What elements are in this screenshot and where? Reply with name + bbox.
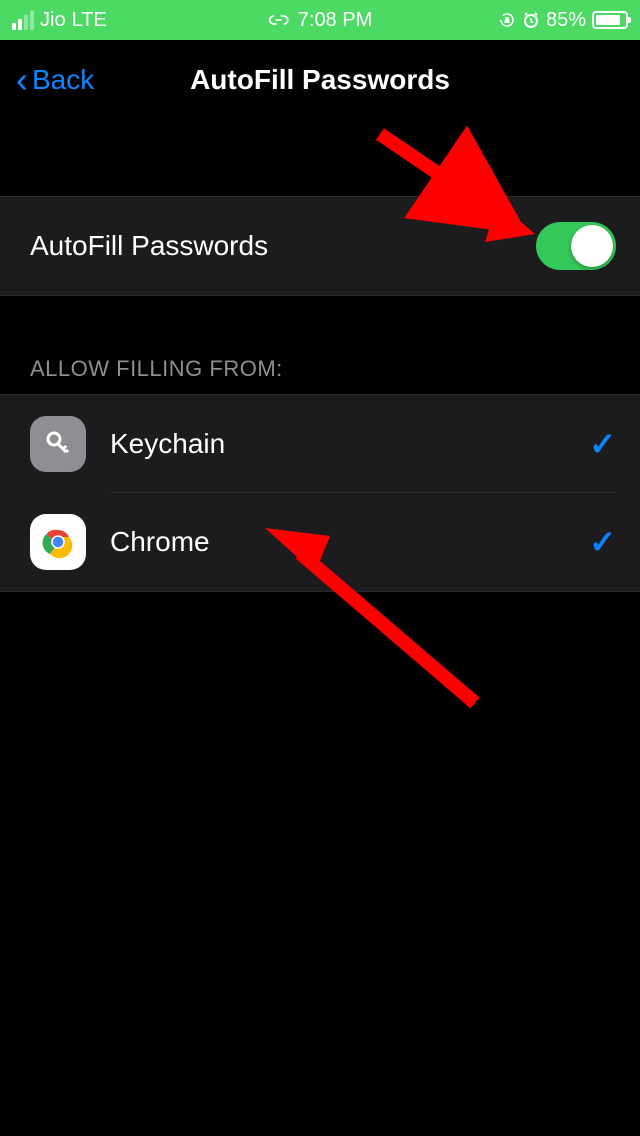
battery-percent: 85% [546,9,586,32]
status-bar: Jio LTE 7:08 PM 85% [0,0,640,40]
carrier-label: Jio [40,9,66,32]
provider-row-chrome[interactable]: Chrome ✓ [0,493,640,591]
back-label: Back [32,64,94,96]
checkmark-icon: ✓ [589,425,616,463]
autofill-toggle-row: AutoFill Passwords [0,196,640,296]
battery-icon [592,11,628,29]
lock-rotation-icon [498,11,516,29]
checkmark-icon: ✓ [589,523,616,561]
autofill-toggle[interactable] [536,222,616,270]
link-icon [268,13,290,27]
status-right: 85% [498,9,628,32]
chrome-icon [30,514,86,570]
page-title: AutoFill Passwords [190,64,450,96]
autofill-toggle-label: AutoFill Passwords [30,230,268,262]
alarm-icon [522,11,540,29]
providers-list: Keychain ✓ Chrome ✓ [0,394,640,592]
section-header: ALLOW FILLING FROM: [0,296,640,394]
clock: 7:08 PM [298,9,372,32]
back-button[interactable]: ‹ Back [16,62,94,98]
status-left: Jio LTE [12,9,107,32]
status-center: 7:08 PM [268,9,372,32]
nav-bar: ‹ Back AutoFill Passwords [0,40,640,120]
keychain-icon [30,416,86,472]
signal-icon [12,11,34,30]
chevron-left-icon: ‹ [16,62,28,98]
provider-row-keychain[interactable]: Keychain ✓ [0,395,640,493]
provider-label: Chrome [110,526,589,558]
provider-label: Keychain [110,428,589,460]
toggle-knob [571,225,613,267]
network-label: LTE [72,9,107,32]
